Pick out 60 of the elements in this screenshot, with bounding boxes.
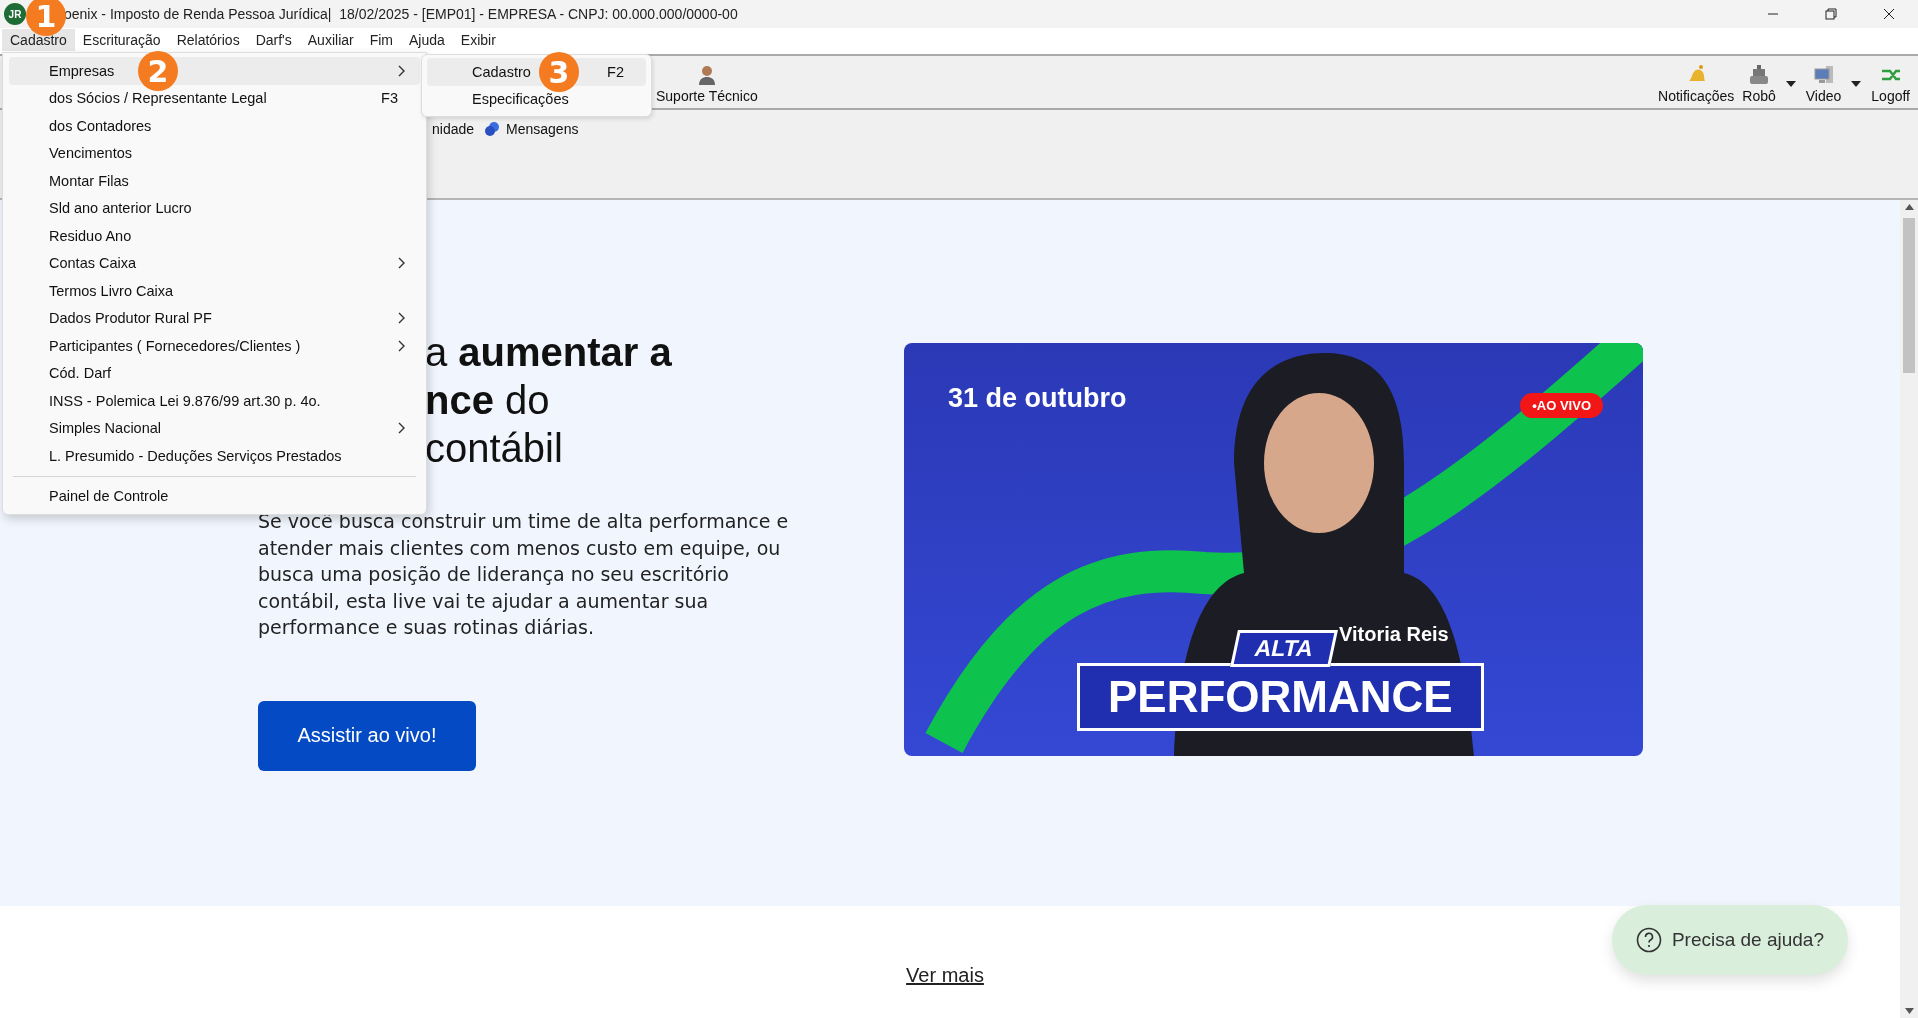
scrollbar-thumb[interactable] <box>1903 218 1915 373</box>
menu-bar-item[interactable]: Darf's <box>247 29 300 51</box>
menu-bar-item[interactable]: Cadastro <box>2 29 75 51</box>
restore-icon[interactable] <box>1825 8 1837 20</box>
menu-bar-item[interactable]: Escrituração <box>74 29 169 51</box>
banner-date: 31 de outubro <box>948 383 1127 414</box>
caret-down-icon[interactable] <box>1785 81 1796 87</box>
toolbar-button[interactable]: Suporte Técnico <box>652 64 762 104</box>
menu-item[interactable]: Contas Caixa <box>9 249 420 277</box>
shortcut-link[interactable]: Mensagens <box>506 121 579 137</box>
menu-item[interactable]: Residuo Ano <box>9 222 420 250</box>
caret-down-icon[interactable] <box>1851 81 1862 87</box>
toolbar-button[interactable]: Video <box>1801 64 1846 104</box>
see-more-link[interactable]: Ver mais <box>906 964 984 987</box>
menu-item[interactable]: dos Contadores <box>9 112 420 140</box>
menu-item[interactable]: Simples Nacional <box>9 414 420 442</box>
menu-item[interactable]: Cód. Darf <box>9 359 420 387</box>
menu-bar-item[interactable]: Ajuda <box>401 29 453 51</box>
window-title: oenix - Imposto de Renda Pessoa Jurídica| 18/02/2025 - [EMP01] - EMPRESA - CNPJ: 00.000.000/0000-00 <box>64 6 738 22</box>
chevron-right-icon <box>398 64 406 77</box>
menu-bar-item[interactable]: Exibir <box>452 29 504 51</box>
menu-item[interactable]: Sld ano anterior Lucro <box>9 194 420 222</box>
support-person-icon <box>696 64 717 86</box>
menu-item[interactable]: INSS - Polemica Lei 9.876/99 art.30 p. 4o. <box>9 387 420 415</box>
scroll-up-icon[interactable] <box>1904 204 1914 210</box>
speaker-name: Vitoria Reis <box>1339 623 1449 646</box>
toolbar-button[interactable]: Robô <box>1738 64 1780 104</box>
intro-paragraph: Se você busca construir um time de alta performance e atender mais clientes com menos custo em equipe, ou busca uma posição de liderança no seu escritório contábil, esta live vai te ajudar a aumentar sua performance e suas rotinas diárias. <box>258 509 790 640</box>
menu-item[interactable]: L. Presumido - Deduções Serviços Prestados <box>9 442 420 470</box>
watch-live-button[interactable]: Assistir ao vivo! <box>258 700 476 771</box>
step-marker: 3 <box>539 52 579 92</box>
app-logo: JR <box>4 3 26 25</box>
scroll-down-icon[interactable] <box>1904 1008 1914 1014</box>
menu-bar-item[interactable]: Fim <box>361 29 401 51</box>
menu-item[interactable]: Painel de Controle <box>9 482 420 510</box>
chevron-right-icon <box>398 312 406 325</box>
toolbar-button[interactable]: Notificações <box>1654 64 1739 104</box>
monitor-icon <box>1812 64 1835 86</box>
chevron-right-icon <box>398 422 406 435</box>
chevron-right-icon <box>398 257 406 270</box>
shortcut-link[interactable]: nidade <box>432 121 475 137</box>
menu-bar-item[interactable]: Relatórios <box>168 29 248 51</box>
robot-icon <box>1748 64 1771 86</box>
close-icon[interactable] <box>1883 8 1895 20</box>
question-circle-icon <box>1635 927 1662 953</box>
live-badge: •AO VIVO <box>1520 393 1603 418</box>
page-heading: a aumentar a nce do contábil <box>425 329 673 472</box>
chevron-right-icon <box>398 339 406 352</box>
menu-item[interactable]: Termos Livro Caixa <box>9 277 420 305</box>
banner-title: PERFORMANCE <box>1077 663 1484 731</box>
chat-bubbles-icon <box>484 121 501 137</box>
step-marker: 2 <box>138 51 178 91</box>
menu-item[interactable]: Montar Filas <box>9 167 420 195</box>
menu-item[interactable]: Vencimentos <box>9 139 420 167</box>
menu-item[interactable]: Dados Produtor Rural PF <box>9 304 420 332</box>
banner-tag: ALTA <box>1230 630 1338 667</box>
toolbar-button[interactable]: Logoff <box>1867 64 1914 104</box>
menu-bar-item[interactable]: Auxiliar <box>299 29 362 51</box>
help-chat-button[interactable]: Precisa de ajuda? <box>1611 905 1848 975</box>
menu-item[interactable]: Participantes ( Fornecedores/Clientes ) <box>9 332 420 360</box>
